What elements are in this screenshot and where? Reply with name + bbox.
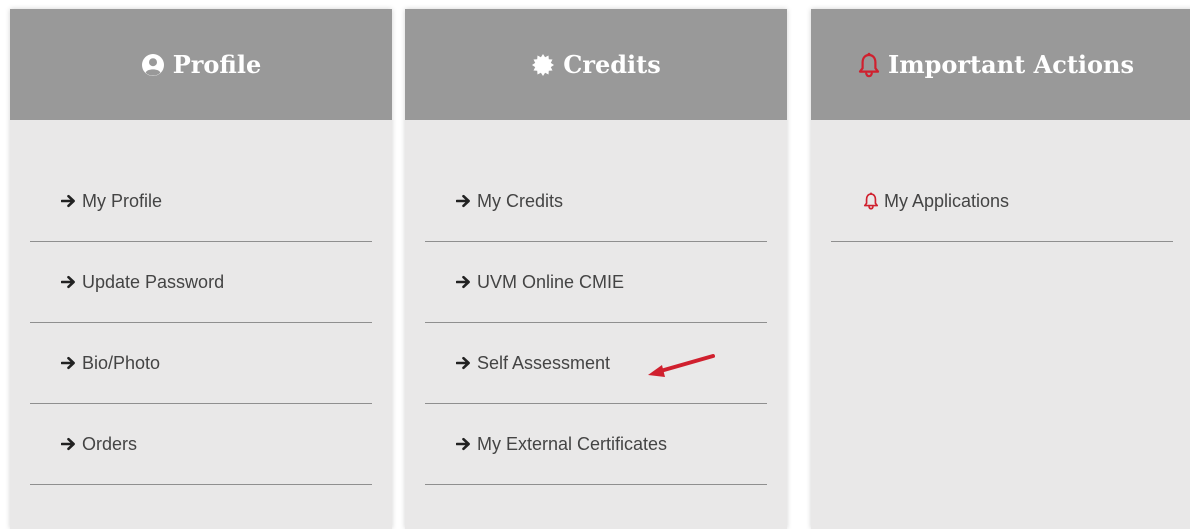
menu-item-label: My Applications bbox=[884, 190, 1010, 211]
bell-icon bbox=[858, 52, 880, 78]
menu-item-label: My Profile bbox=[82, 190, 163, 211]
credits-menu-list: My Credits UVM Online CMIE Self Assessme… bbox=[425, 161, 767, 485]
menu-item-uvm-online-cmie[interactable]: UVM Online CMIE bbox=[425, 242, 767, 323]
menu-item-my-external-certificates[interactable]: My External Certificates bbox=[425, 404, 767, 485]
arrow-right-icon bbox=[61, 275, 77, 289]
arrow-right-icon bbox=[61, 194, 77, 208]
menu-item-bio-photo[interactable]: Bio/Photo bbox=[30, 323, 372, 404]
badge-icon bbox=[531, 53, 555, 77]
menu-item-label: Bio/Photo bbox=[82, 352, 161, 373]
important-actions-card-title: Important Actions bbox=[888, 50, 1134, 79]
menu-item-label: UVM Online CMIE bbox=[477, 271, 625, 292]
important-actions-card: Important Actions My Applications bbox=[811, 9, 1190, 529]
arrow-right-icon bbox=[61, 437, 77, 451]
credits-card-header: Credits bbox=[405, 9, 787, 120]
menu-item-my-applications[interactable]: My Applications bbox=[831, 161, 1173, 242]
arrow-right-icon bbox=[456, 194, 472, 208]
profile-menu-list: My Profile Update Password Bio/Photo Ord… bbox=[30, 161, 372, 485]
menu-item-update-password[interactable]: Update Password bbox=[30, 242, 372, 323]
profile-card: Profile My Profile Update Password Bio/P… bbox=[10, 9, 392, 529]
profile-card-title: Profile bbox=[172, 50, 262, 79]
menu-item-my-credits[interactable]: My Credits bbox=[425, 161, 767, 242]
menu-item-label: My External Certificates bbox=[477, 433, 668, 454]
menu-item-label: My Credits bbox=[477, 190, 564, 211]
red-pointer-arrow-icon bbox=[645, 350, 717, 385]
arrow-right-icon bbox=[456, 356, 472, 370]
menu-item-label: Self Assessment bbox=[477, 352, 611, 373]
important-actions-card-header: Important Actions bbox=[811, 9, 1190, 120]
bell-icon bbox=[863, 192, 879, 210]
credits-card: Credits My Credits UVM Online CMIE Self … bbox=[405, 9, 787, 529]
profile-card-header: Profile bbox=[10, 9, 392, 120]
user-circle-icon bbox=[141, 53, 165, 77]
menu-item-my-profile[interactable]: My Profile bbox=[30, 161, 372, 242]
menu-item-label: Update Password bbox=[82, 271, 225, 292]
arrow-right-icon bbox=[456, 275, 472, 289]
menu-item-orders[interactable]: Orders bbox=[30, 404, 372, 485]
important-actions-menu-list: My Applications bbox=[831, 161, 1173, 242]
arrow-right-icon bbox=[456, 437, 472, 451]
credits-card-title: Credits bbox=[563, 50, 661, 79]
menu-item-label: Orders bbox=[82, 433, 138, 454]
arrow-right-icon bbox=[61, 356, 77, 370]
